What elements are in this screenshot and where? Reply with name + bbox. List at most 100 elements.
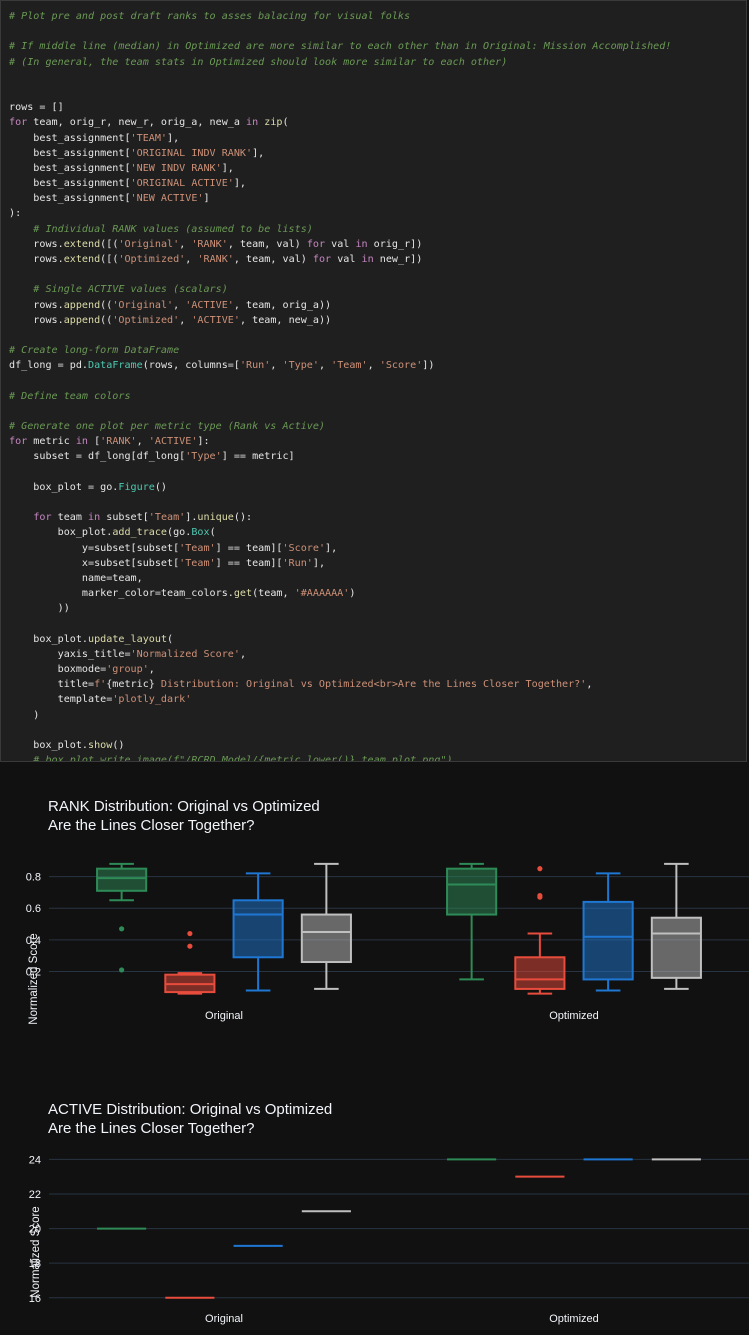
code-token: ] [203, 193, 210, 205]
code-line: best_assignment['ORIGINAL ACTIVE'], [9, 176, 671, 191]
code-token: subset[ [100, 512, 149, 524]
code-token: ]: [197, 436, 210, 448]
y-tick-label: 0.6 [26, 903, 41, 915]
code-token: # Individual RANK values (assumed to be … [9, 223, 313, 235]
code-token: best_assignment[ [9, 162, 131, 174]
code-token: val [331, 254, 362, 265]
box-trace[interactable] [96, 862, 148, 973]
code-token: in [361, 254, 374, 265]
code-token: 'Team' [179, 557, 216, 569]
code-token: for [9, 436, 28, 448]
code-line: yaxis_title='Normalized Score', [9, 647, 671, 662]
code-token: ], [221, 162, 234, 174]
code-token: ([( [100, 254, 119, 265]
box-trace[interactable] [514, 866, 566, 995]
code-token: (( [100, 314, 113, 326]
code-token: 'NEW INDV RANK' [130, 162, 222, 174]
code-token: ]) [422, 360, 435, 372]
box-iqr [232, 899, 284, 959]
box-trace[interactable] [446, 862, 498, 981]
code-line: best_assignment['NEW INDV RANK'], [9, 161, 671, 176]
code-token: 'ORIGINAL INDV RANK' [130, 147, 253, 159]
code-line: subset = df_long[df_long['Type'] == metr… [9, 449, 671, 464]
box-trace[interactable] [650, 862, 702, 990]
code-token: for [33, 512, 52, 524]
rank-chart-canvas: RANK Distribution: Original vs Optimized… [26, 798, 749, 1025]
code-token: , [173, 299, 186, 311]
code-line: box_plot.update_layout( [9, 632, 671, 647]
outlier-point [187, 930, 193, 937]
code-token: unique [197, 512, 234, 524]
rank-plot-title: RANK Distribution: Original vs Optimized [48, 798, 320, 815]
box-iqr [514, 956, 566, 990]
box-trace[interactable] [300, 862, 352, 990]
code-token: ] == metric] [221, 451, 295, 463]
rank-y-axis-title: Normalized Score [28, 933, 40, 1024]
code-token: metric [27, 436, 76, 448]
code-token: ]. [185, 512, 198, 524]
code-token: Figure [118, 481, 155, 493]
y-tick-label: 18 [29, 1258, 41, 1270]
y-tick-label: 0.4 [26, 935, 41, 947]
code-line: for team, orig_r, new_r, orig_a, new_a i… [9, 115, 671, 130]
code-line: y=subset[subset['Team'] == team]['Score'… [9, 541, 671, 556]
code-token: , [136, 436, 149, 448]
code-token: ): [9, 208, 22, 220]
code-token: in [75, 436, 89, 448]
code-token: for [9, 117, 28, 129]
code-line: rows = [] [9, 100, 671, 115]
outlier-point [119, 926, 125, 932]
active-box-plot: ACTIVE Distribution: Original vs Optimiz… [0, 1082, 749, 1335]
code-token: 'group' [106, 664, 149, 676]
code-line: # (In general, the team stats in Optimiz… [9, 55, 671, 70]
code-token: DataFrame [88, 360, 143, 372]
code-token: get [233, 588, 253, 600]
box-trace[interactable] [582, 872, 634, 992]
code-token: x=subset[subset[ [9, 557, 180, 569]
code-token: 'Type' [282, 360, 319, 372]
code-token: , team, val) [227, 238, 307, 250]
code-token: ], [312, 557, 326, 569]
code-token: 'Team' [331, 360, 368, 372]
code-line: box_plot = go.Figure() [9, 480, 671, 495]
code-line: rows.extend([('Original', 'RANK', team, … [9, 237, 671, 252]
code-token: 'plotly_dark' [112, 694, 192, 706]
code-token: , [179, 314, 192, 326]
code-token: box_plot. [9, 527, 113, 539]
code-line: box_plot.add_trace(go.Box( [9, 525, 671, 540]
code-token: title= [9, 679, 95, 691]
code-token: ) [349, 588, 356, 600]
code-token: [ [88, 436, 101, 448]
code-token: , [179, 238, 192, 250]
code-line: best_assignment['ORIGINAL INDV RANK'], [9, 146, 671, 161]
x-tick-label: Optimized [549, 1313, 599, 1325]
code-editor[interactable]: # Plot pre and post draft ranks to asses… [9, 9, 671, 761]
code-token: ], [252, 147, 265, 159]
code-line: # box_plot.write_image(f"/RCRD_Model/{me… [9, 753, 671, 761]
code-token: ( [282, 117, 289, 129]
code-line: box_plot.show() [9, 738, 671, 753]
code-token: ], [233, 178, 247, 190]
code-token: yaxis_title= [9, 648, 131, 660]
box-iqr [446, 867, 498, 916]
box-trace[interactable] [232, 872, 284, 992]
code-token: 'Optimized' [112, 314, 180, 326]
code-token: , [270, 360, 283, 372]
code-token: extend [63, 238, 101, 250]
code-token: best_assignment[ [9, 178, 131, 190]
code-token: 'Score' [379, 360, 423, 372]
code-token: 'Original' [112, 299, 174, 311]
outlier-point [537, 866, 543, 872]
code-line: boxmode='group', [9, 662, 671, 677]
code-token: marker_color=team_colors. [9, 588, 234, 600]
active-plot-title: ACTIVE Distribution: Original vs Optimiz… [48, 1101, 332, 1118]
x-tick-label: Optimized [549, 1010, 599, 1022]
code-cell[interactable]: # Plot pre and post draft ranks to asses… [0, 0, 747, 762]
code-token: 'ACTIVE' [148, 436, 198, 448]
code-token: 'Team' [148, 512, 186, 524]
